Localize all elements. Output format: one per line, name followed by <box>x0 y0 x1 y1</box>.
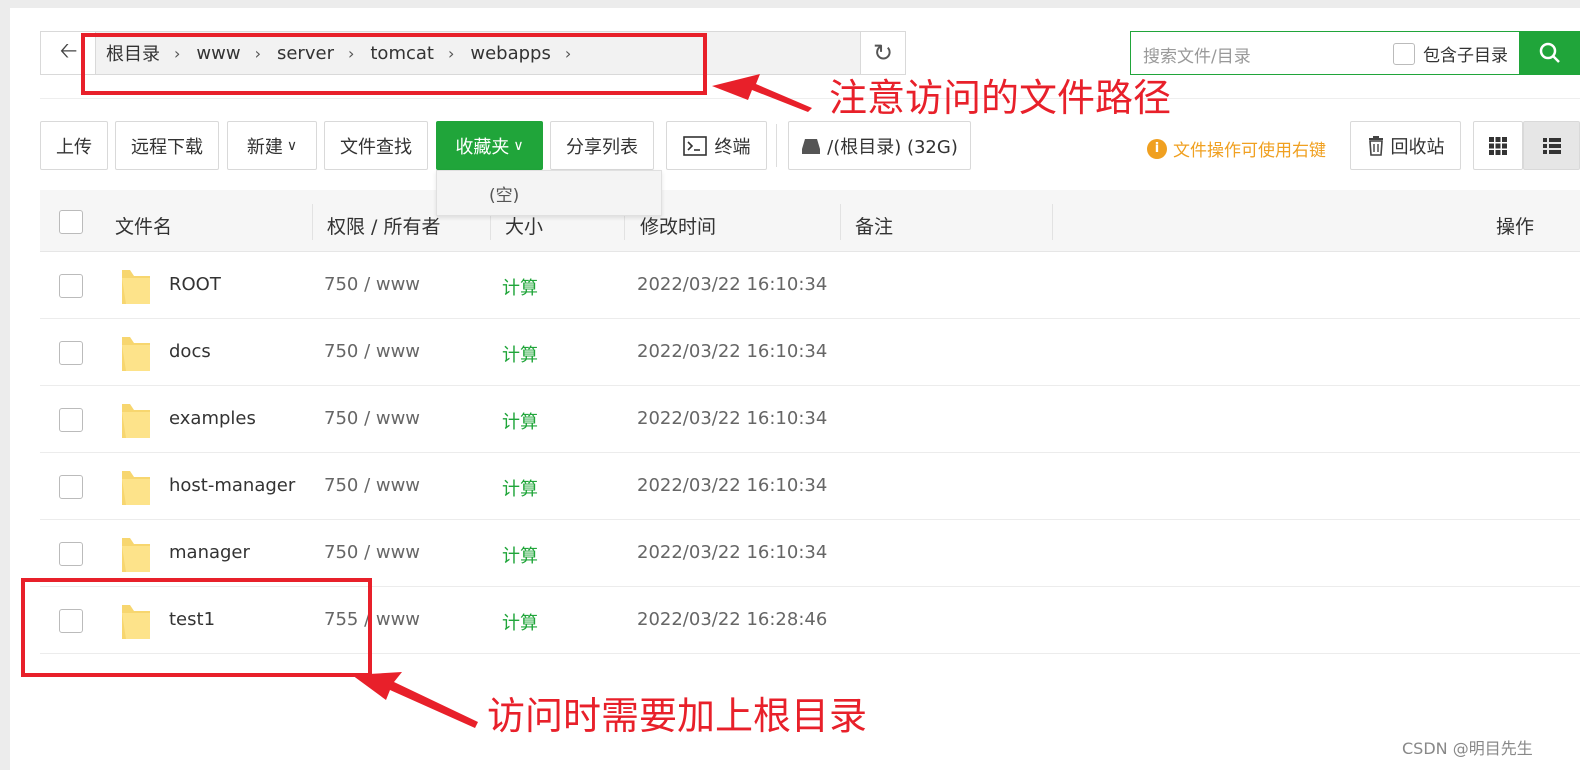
table-row[interactable]: docs 750 / www 计算 2022/03/22 16:10:34 <box>40 319 1580 386</box>
file-mtime: 2022/03/22 16:10:34 <box>637 475 828 496</box>
row-checkbox[interactable] <box>59 475 83 499</box>
select-all-checkbox[interactable] <box>59 210 83 234</box>
chevron-down-icon: ∨ <box>513 137 524 154</box>
new-button[interactable]: 新建 ∨ <box>227 121 317 170</box>
share-list-label: 分享列表 <box>566 136 638 158</box>
file-mtime: 2022/03/22 16:10:34 <box>637 542 828 563</box>
column-divider <box>312 204 313 240</box>
file-name[interactable]: host-manager <box>169 475 295 496</box>
column-divider <box>840 204 841 240</box>
annotation-path-box <box>81 33 707 95</box>
terminal-button[interactable]: 终端 <box>666 121 767 170</box>
file-perm[interactable]: 750 / www <box>324 542 420 563</box>
column-divider <box>1052 204 1053 240</box>
search-box[interactable]: 搜索文件/目录 包含子目录 <box>1130 31 1520 75</box>
list-view-button[interactable] <box>1523 121 1580 170</box>
remote-download-label: 远程下载 <box>131 136 203 158</box>
header-perm[interactable]: 权限 / 所有者 <box>327 212 440 239</box>
file-name[interactable]: docs <box>169 341 211 362</box>
recycle-bin-button[interactable]: 回收站 <box>1350 121 1461 170</box>
file-perm[interactable]: 750 / www <box>324 274 420 295</box>
grid-view-button[interactable] <box>1473 121 1523 170</box>
include-subdir-option[interactable]: 包含子目录 <box>1393 41 1508 66</box>
table-row[interactable]: host-manager 750 / www 计算 2022/03/22 16:… <box>40 453 1580 520</box>
header-mtime[interactable]: 修改时间 <box>640 212 716 239</box>
terminal-icon <box>682 135 707 156</box>
file-size-calc[interactable]: 计算 <box>502 341 538 367</box>
folder-icon <box>122 270 150 304</box>
annotation-path-note: 注意访问的文件路径 <box>829 76 1172 120</box>
grid-icon <box>1489 136 1507 155</box>
watermark: CSDN @明目先生 <box>1402 739 1533 758</box>
file-perm[interactable]: 750 / www <box>324 475 420 496</box>
file-perm[interactable]: 750 / www <box>324 408 420 429</box>
row-checkbox[interactable] <box>59 341 83 365</box>
row-checkbox[interactable] <box>59 542 83 566</box>
file-name[interactable]: ROOT <box>169 274 221 295</box>
favorites-label: 收藏夹 <box>455 136 510 158</box>
file-mtime: 2022/03/22 16:10:34 <box>637 408 828 429</box>
file-mtime: 2022/03/22 16:10:34 <box>637 274 828 295</box>
divider <box>40 98 1580 99</box>
upload-button[interactable]: 上传 <box>40 121 108 170</box>
arrow-left-icon: 🡠 <box>59 39 78 64</box>
include-subdir-label: 包含子目录 <box>1423 46 1508 66</box>
favorites-button[interactable]: 收藏夹 ∨ <box>436 121 543 170</box>
file-name[interactable]: manager <box>169 542 250 563</box>
file-size-calc[interactable]: 计算 <box>502 475 538 501</box>
table-row[interactable]: ROOT 750 / www 计算 2022/03/22 16:10:34 <box>40 252 1580 319</box>
file-search-label: 文件查找 <box>340 136 412 158</box>
refresh-icon: ↻ <box>872 39 894 67</box>
file-perm[interactable]: 750 / www <box>324 341 420 362</box>
file-size-calc[interactable]: 计算 <box>502 609 538 635</box>
favorites-dropdown: (空) <box>436 170 662 216</box>
terminal-label: 终端 <box>714 136 751 158</box>
table-row[interactable]: examples 750 / www 计算 2022/03/22 16:10:3… <box>40 386 1580 453</box>
upload-label: 上传 <box>56 136 92 158</box>
annotation-root-box <box>21 578 372 677</box>
new-label: 新建 <box>246 136 283 158</box>
folder-icon <box>122 538 150 572</box>
header-action: 操作 <box>1496 216 1535 238</box>
disk-button[interactable]: /(根目录) (32G) <box>788 121 971 170</box>
recycle-label: 回收站 <box>1390 136 1445 158</box>
file-size-calc[interactable]: 计算 <box>502 542 538 568</box>
header-note: 备注 <box>855 216 894 238</box>
search-button[interactable] <box>1519 31 1580 75</box>
file-mtime: 2022/03/22 16:10:34 <box>637 341 828 362</box>
list-icon <box>1542 137 1561 154</box>
annotation-root-note: 访问时需要加上根目录 <box>487 694 868 738</box>
remote-download-button[interactable]: 远程下载 <box>115 121 219 170</box>
file-size-calc[interactable]: 计算 <box>502 408 538 434</box>
trash-icon <box>1368 135 1383 156</box>
table-row[interactable]: manager 750 / www 计算 2022/03/22 16:10:34 <box>40 520 1580 587</box>
folder-icon <box>122 471 150 505</box>
info-icon: i <box>1147 138 1167 159</box>
table-header: 文件名 权限 / 所有者 大小 修改时间 备注 操作 <box>40 190 1580 252</box>
file-search-button[interactable]: 文件查找 <box>324 121 428 170</box>
header-size[interactable]: 大小 <box>505 212 543 239</box>
folder-icon <box>122 337 150 371</box>
chevron-down-icon: ∨ <box>286 137 298 154</box>
search-icon <box>1539 42 1560 63</box>
search-input[interactable]: 搜索文件/目录 <box>1143 42 1251 67</box>
include-subdir-checkbox[interactable] <box>1393 42 1415 65</box>
file-size-calc[interactable]: 计算 <box>502 274 538 300</box>
share-list-button[interactable]: 分享列表 <box>550 121 654 170</box>
file-mtime: 2022/03/22 16:28:46 <box>637 609 828 630</box>
favorites-empty-item: (空) <box>489 185 520 206</box>
hard-drive-icon <box>802 138 821 154</box>
toolbar-divider <box>776 124 777 167</box>
row-checkbox[interactable] <box>59 274 83 298</box>
file-name[interactable]: examples <box>169 408 256 429</box>
folder-icon <box>122 404 150 438</box>
tip-text: 文件操作可使用右键 <box>1173 141 1326 161</box>
right-click-tip: i 文件操作可使用右键 <box>1147 136 1326 161</box>
row-checkbox[interactable] <box>59 408 83 432</box>
disk-label: /(根目录) (32G) <box>827 136 958 158</box>
header-name[interactable]: 文件名 <box>115 212 172 239</box>
